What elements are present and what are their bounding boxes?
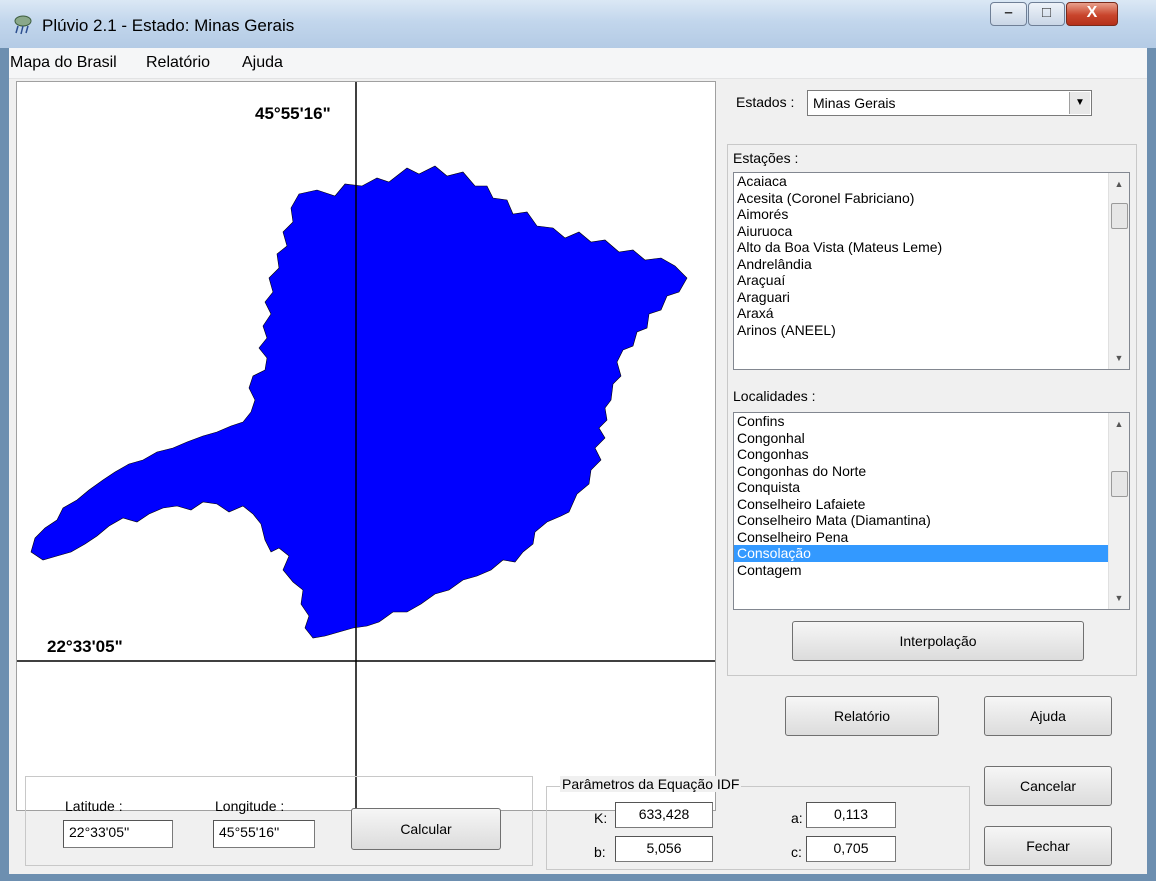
k-label: K: <box>594 810 608 826</box>
menu-relatorio[interactable]: Relatório <box>146 54 210 72</box>
localidades-rows: Confins Congonhal Congonhas Congonhas do No… <box>734 413 1129 578</box>
list-item[interactable]: Acesita (Coronel Fabriciano) <box>734 190 1129 207</box>
list-item[interactable]: Conselheiro Lafaiete <box>734 496 1129 513</box>
calcular-button[interactable]: Calcular <box>351 808 501 850</box>
list-item[interactable]: Congonhas do Norte <box>734 463 1129 480</box>
minimize-button[interactable]: – <box>990 2 1027 26</box>
title-bar[interactable]: Plúvio 2.1 - Estado: Minas Gerais – □ X <box>0 0 1156 48</box>
list-item[interactable]: Alto da Boa Vista (Mateus Leme) <box>734 239 1129 256</box>
idf-frame <box>546 786 970 870</box>
rain-cloud-icon <box>14 15 32 35</box>
estacoes-rows: Acaiaca Acesita (Coronel Fabriciano) Aimor… <box>734 173 1129 338</box>
k-field[interactable]: 633,428 <box>615 802 713 828</box>
fechar-button[interactable]: Fechar <box>984 826 1112 866</box>
list-item[interactable]: Acaiaca <box>734 173 1129 190</box>
list-item[interactable]: Conselheiro Pena <box>734 529 1129 546</box>
list-item[interactable]: Consolação <box>734 545 1129 562</box>
estados-label: Estados : <box>736 94 795 110</box>
localidades-list[interactable]: Confins Congonhal Congonhas Congonhas do No… <box>733 412 1130 610</box>
interpolacao-button[interactable]: Interpolação <box>792 621 1084 661</box>
menu-mapa-do-brasil[interactable]: Mapa do Brasil <box>10 54 117 72</box>
b-field[interactable]: 5,056 <box>615 836 713 862</box>
scroll-up-icon[interactable]: ▲ <box>1109 179 1129 189</box>
menu-ajuda[interactable]: Ajuda <box>242 54 283 72</box>
estados-select[interactable]: Minas Gerais ▼ <box>807 90 1092 116</box>
list-item[interactable]: Conselheiro Mata (Diamantina) <box>734 512 1129 529</box>
scroll-down-icon[interactable]: ▼ <box>1109 353 1129 363</box>
c-label: c: <box>791 844 802 860</box>
state-shape <box>30 165 688 639</box>
a-field[interactable]: 0,113 <box>806 802 896 828</box>
maximize-icon: □ <box>1041 4 1052 21</box>
list-item[interactable]: Congonhas <box>734 446 1129 463</box>
client-area: Mapa do Brasil Relatório Ajuda 45°55'16"… <box>9 48 1147 874</box>
ajuda-button[interactable]: Ajuda <box>984 696 1112 736</box>
close-icon: X <box>1086 4 1098 21</box>
b-label: b: <box>594 844 606 860</box>
list-item[interactable]: Araçuaí <box>734 272 1129 289</box>
scroll-thumb[interactable] <box>1111 203 1128 229</box>
list-item[interactable]: Confins <box>734 413 1129 430</box>
estacoes-list[interactable]: Acaiaca Acesita (Coronel Fabriciano) Aimor… <box>733 172 1130 370</box>
idf-frame-title: Parâmetros da Equação IDF <box>560 776 742 792</box>
estacoes-label: Estações : <box>733 150 799 166</box>
map-panel[interactable]: 45°55'16" 22°33'05" <box>16 81 716 811</box>
c-field[interactable]: 0,705 <box>806 836 896 862</box>
longitude-marker-label: 45°55'16" <box>255 104 331 123</box>
list-item[interactable]: Congonhal <box>734 430 1129 447</box>
latitude-label: Latitude : <box>65 798 123 814</box>
scroll-up-icon[interactable]: ▲ <box>1109 419 1129 429</box>
list-item[interactable]: Aiuruoca <box>734 223 1129 240</box>
estados-selected-value: Minas Gerais <box>813 95 896 111</box>
cancelar-button[interactable]: Cancelar <box>984 766 1112 806</box>
latitude-marker-label: 22°33'05" <box>47 637 123 656</box>
longitude-label: Longitude : <box>215 798 285 814</box>
list-item[interactable]: Arinos (ANEEL) <box>734 322 1129 339</box>
estacoes-scrollbar[interactable]: ▲ ▼ <box>1108 173 1129 369</box>
menu-bar: Mapa do Brasil Relatório Ajuda <box>9 48 1147 79</box>
close-button[interactable]: X <box>1066 2 1118 26</box>
scroll-down-icon[interactable]: ▼ <box>1109 593 1129 603</box>
app-window: Plúvio 2.1 - Estado: Minas Gerais – □ X … <box>0 0 1156 881</box>
list-item[interactable]: Andrelândia <box>734 256 1129 273</box>
maximize-button[interactable]: □ <box>1028 2 1065 26</box>
a-label: a: <box>791 810 803 826</box>
minimize-icon: – <box>1004 4 1013 21</box>
list-item[interactable]: Contagem <box>734 562 1129 579</box>
chevron-down-icon[interactable]: ▼ <box>1069 92 1090 114</box>
relatorio-button[interactable]: Relatório <box>785 696 939 736</box>
localidades-label: Localidades : <box>733 388 816 404</box>
localidades-scrollbar[interactable]: ▲ ▼ <box>1108 413 1129 609</box>
minas-gerais-map[interactable] <box>17 82 715 810</box>
longitude-field[interactable]: 45°55'16'' <box>213 820 315 848</box>
list-item[interactable]: Araguari <box>734 289 1129 306</box>
list-item[interactable]: Conquista <box>734 479 1129 496</box>
scroll-thumb[interactable] <box>1111 471 1128 497</box>
window-title: Plúvio 2.1 - Estado: Minas Gerais <box>42 16 295 35</box>
latitude-field[interactable]: 22°33'05'' <box>63 820 173 848</box>
list-item[interactable]: Araxá <box>734 305 1129 322</box>
list-item[interactable]: Aimorés <box>734 206 1129 223</box>
